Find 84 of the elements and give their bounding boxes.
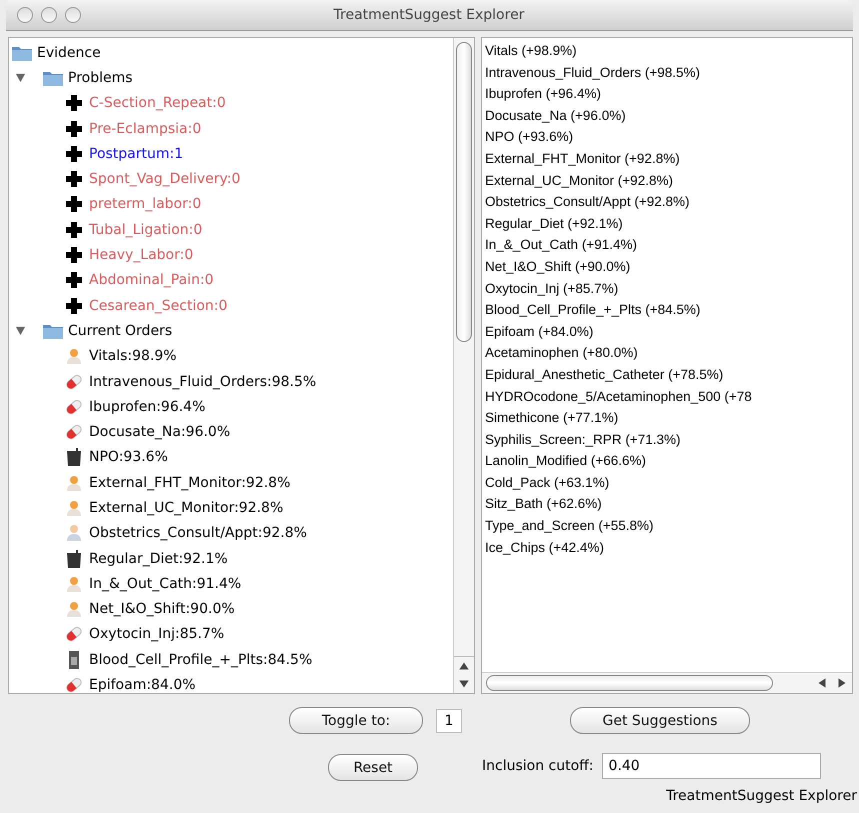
expander-icon[interactable] [15, 72, 26, 84]
suggestion-item[interactable]: Oxytocin_Inj (+85.7%) [485, 278, 849, 300]
plus-icon [65, 144, 83, 163]
tree-node[interactable]: Vitals:98.9% [89, 348, 177, 364]
tree-node[interactable]: Abdominal_Pain:0 [89, 272, 214, 288]
tree-node[interactable]: C-Section_Repeat:0 [89, 95, 226, 112]
reset-button[interactable]: Reset [328, 754, 418, 781]
cup-icon [65, 550, 83, 568]
plus-icon [65, 271, 83, 290]
suggestion-item[interactable]: HYDROcodone_5/Acetaminophen_500 (+78 [485, 386, 849, 408]
person-icon [65, 498, 83, 517]
zoom-button[interactable] [65, 7, 81, 23]
tree-node[interactable]: Tubal_Ligation:0 [89, 222, 202, 238]
scroll-thumb[interactable] [456, 42, 472, 342]
suggestion-item[interactable]: Sitz_Bath (+62.6%) [485, 493, 849, 516]
status-text: TreatmentSuggest Explorer [666, 788, 858, 804]
get-suggestions-button[interactable]: Get Suggestions [570, 707, 750, 734]
close-button[interactable] [17, 7, 33, 23]
tree-node[interactable]: External_UC_Monitor:92.8% [89, 500, 284, 516]
suggestion-item[interactable]: Lanolin_Modified (+66.6%) [485, 450, 849, 472]
tree-node[interactable]: Ibuprofen:96.4% [89, 398, 206, 415]
suggestion-item[interactable]: In_&_Out_Cath (+91.4%) [485, 234, 849, 256]
tree-node[interactable]: Evidence [37, 44, 101, 61]
tree-node[interactable]: Pre-Eclampsia:0 [89, 120, 202, 137]
horizontal-scrollbar[interactable] [482, 672, 852, 693]
suggestion-item[interactable]: Epifoam (+84.0%) [485, 320, 849, 342]
plus-icon [65, 170, 83, 188]
cutoff-label: Inclusion cutoff: [482, 758, 594, 774]
tree-node[interactable]: Cesarean_Section:0 [89, 298, 228, 314]
tree-node[interactable]: NPO:93.6% [89, 449, 168, 466]
tree-node[interactable]: In_&_Out_Cath:91.4% [89, 576, 242, 592]
window-title: TreatmentSuggest Explorer [334, 7, 526, 23]
suggestion-item[interactable]: Net_I&O_Shift (+90.0%) [485, 256, 849, 278]
plus-icon [65, 246, 83, 264]
suggestion-item[interactable]: Syphilis_Screen:_RPR (+71.3%) [485, 428, 849, 450]
suggestion-item[interactable]: Epidural_Anesthetic_Catheter (+78.5%) [485, 364, 849, 386]
suggestion-item[interactable]: Blood_Cell_Profile_+_Plts (+84.5%) [485, 299, 849, 321]
tree-node[interactable]: Problems [68, 70, 133, 86]
tree-node[interactable]: Intravenous_Fluid_Orders:98.5% [89, 374, 316, 390]
plus-icon [65, 120, 83, 138]
plus-icon [65, 220, 83, 239]
plus-icon [65, 195, 83, 214]
tree-node[interactable]: Blood_Cell_Profile_+_Plts:84.5% [89, 652, 312, 668]
suggestion-item[interactable]: Ibuprofen (+96.4%) [485, 83, 849, 105]
tree-node[interactable]: Current Orders [68, 322, 172, 339]
tree-node[interactable]: preterm_labor:0 [89, 196, 202, 212]
tree-node[interactable]: Spont_Vag_Delivery:0 [89, 171, 240, 188]
person-icon [65, 347, 83, 366]
plus-icon [65, 296, 83, 315]
suggestion-item[interactable]: Intravenous_Fluid_Orders (+98.5%) [485, 62, 849, 84]
suggestion-item[interactable]: Ice_Chips (+42.4%) [485, 536, 849, 558]
tree-node[interactable]: Obstetrics_Consult/Appt:92.8% [89, 525, 307, 542]
tree-node[interactable]: Postpartum:1 [89, 146, 184, 162]
tree-node[interactable]: Net_I&O_Shift:90.0% [89, 601, 235, 618]
minimize-button[interactable] [41, 7, 57, 23]
person-icon [65, 574, 83, 593]
suggestion-item[interactable]: Simethicone (+77.1%) [485, 407, 849, 429]
scroll-thumb[interactable] [486, 675, 773, 691]
doctor-icon [65, 524, 83, 542]
plus-icon [65, 94, 83, 112]
suggestion-item[interactable]: Vitals (+98.9%) [485, 40, 849, 62]
suggestion-item[interactable]: Type_and_Screen (+55.8%) [485, 515, 849, 537]
tree-node[interactable]: Epifoam:84.0% [89, 677, 196, 693]
suggestion-item[interactable]: External_FHT_Monitor (+92.8%) [485, 148, 849, 170]
person-icon [65, 600, 83, 618]
toggle-value-field[interactable]: 1 [436, 708, 462, 732]
suggestion-item[interactable]: External_UC_Monitor (+92.8%) [485, 170, 849, 192]
suggestion-item[interactable]: NPO (+93.6%) [485, 126, 849, 148]
toggle-button[interactable]: Toggle to: [289, 707, 423, 734]
tree-node[interactable]: External_FHT_Monitor:92.8% [89, 474, 290, 491]
tree-node[interactable]: Regular_Diet:92.1% [89, 550, 228, 567]
suggestion-item[interactable]: Acetaminophen (+80.0%) [485, 342, 849, 364]
suggestion-item[interactable]: Regular_Diet (+92.1%) [485, 212, 849, 234]
suggestion-item[interactable]: Obstetrics_Consult/Appt (+92.8%) [485, 191, 849, 213]
vertical-scrollbar[interactable] [453, 38, 474, 693]
tree-node[interactable]: Docusate_Na:96.0% [89, 424, 230, 440]
tree-node[interactable]: Heavy_Labor:0 [89, 247, 194, 264]
tree-node[interactable]: Oxytocin_Inj:85.7% [89, 626, 224, 642]
cutoff-field[interactable]: 0.40 [602, 753, 821, 779]
cup-icon [65, 448, 83, 466]
suggestion-item[interactable]: Docusate_Na (+96.0%) [485, 104, 849, 126]
suggestion-item[interactable]: Cold_Pack (+63.1%) [485, 472, 849, 494]
expander-icon[interactable] [15, 325, 26, 336]
person-icon [65, 474, 83, 492]
